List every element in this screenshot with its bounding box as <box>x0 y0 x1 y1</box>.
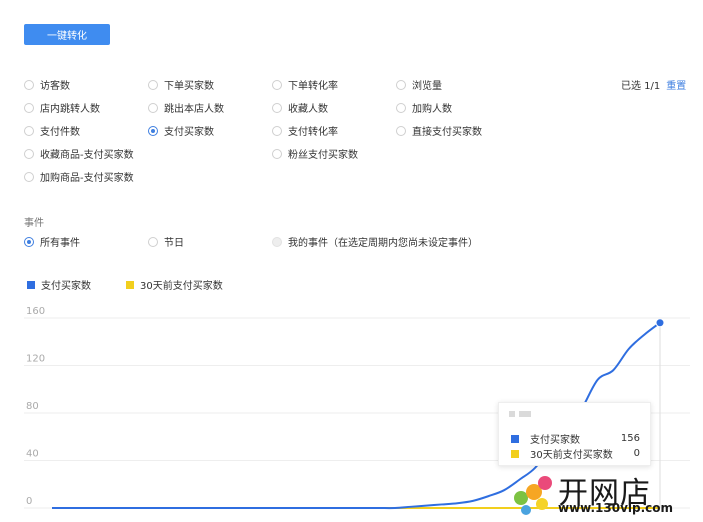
radio-icon <box>148 102 158 113</box>
metric-label: 收藏人数 <box>288 104 328 115</box>
metric-label: 粉丝支付买家数 <box>288 150 358 161</box>
radio-icon <box>272 125 282 136</box>
events-title: 事件 <box>24 218 44 229</box>
legend-swatch <box>27 280 35 289</box>
event-label: 节日 <box>164 238 184 249</box>
legend-swatch <box>511 449 519 458</box>
radio-icon <box>24 102 34 113</box>
y-tick-label: 0 <box>26 496 32 507</box>
metric-label: 支付转化率 <box>288 127 338 138</box>
tooltip-value: 0 <box>633 448 640 459</box>
event-option-mine: 我的事件（在选定周期内您尚未设定事件） <box>272 234 478 249</box>
watermark-url: www.130vip.com <box>558 501 674 515</box>
metric-option[interactable]: 收藏商品-支付买家数 <box>24 146 134 161</box>
metric-label: 店内跳转人数 <box>40 104 100 115</box>
metric-option[interactable]: 加购商品-支付买家数 <box>24 169 134 184</box>
metric-label: 支付买家数 <box>164 127 214 138</box>
metric-label: 下单买家数 <box>164 81 214 92</box>
metric-option[interactable]: 支付买家数 <box>148 123 214 138</box>
radio-disabled-icon <box>272 236 282 247</box>
metric-option[interactable]: 加购人数 <box>396 100 452 115</box>
radio-checked-icon <box>24 236 34 247</box>
radio-icon <box>24 125 34 136</box>
tooltip-value: 156 <box>620 433 640 444</box>
y-tick-label: 80 <box>26 401 39 412</box>
convert-button[interactable]: 一键转化 <box>24 24 110 45</box>
watermark: 开网店 www.130vip.com <box>512 470 698 518</box>
tooltip-series-name: 支付买家数 <box>530 435 580 446</box>
event-option-holiday[interactable]: 节日 <box>148 234 184 249</box>
selection-count: 已选 1/1 <box>621 81 661 92</box>
metric-option[interactable]: 店内跳转人数 <box>24 100 100 115</box>
radio-icon <box>24 148 34 159</box>
metric-label: 跳出本店人数 <box>164 104 224 115</box>
metric-option[interactable]: 浏览量 <box>396 77 442 92</box>
radio-icon <box>272 148 282 159</box>
metric-option[interactable]: 支付件数 <box>24 123 80 138</box>
reset-link[interactable]: 重置 <box>666 81 686 92</box>
radio-icon <box>396 102 406 113</box>
y-tick-label: 120 <box>26 354 45 365</box>
metric-option[interactable]: 跳出本店人数 <box>148 100 224 115</box>
metric-option[interactable]: 访客数 <box>24 77 70 92</box>
chart-tooltip: 支付买家数 156 30天前支付买家数 0 <box>498 402 651 466</box>
tooltip-row: 支付买家数 156 <box>511 431 640 446</box>
metric-label: 下单转化率 <box>288 81 338 92</box>
metric-label: 收藏商品-支付买家数 <box>40 150 134 161</box>
tooltip-date <box>509 411 531 417</box>
legend-swatch <box>126 280 134 289</box>
event-option-all[interactable]: 所有事件 <box>24 234 80 249</box>
radio-icon <box>272 79 282 90</box>
radio-icon <box>396 125 406 136</box>
metric-option[interactable]: 下单买家数 <box>148 77 214 92</box>
metric-option[interactable]: 直接支付买家数 <box>396 123 482 138</box>
metric-label: 加购商品-支付买家数 <box>40 173 134 184</box>
selection-counter: 已选 1/1 重置 <box>621 77 686 92</box>
tooltip-series-name: 30天前支付买家数 <box>530 450 613 461</box>
tooltip-row: 30天前支付买家数 0 <box>511 446 640 461</box>
metric-label: 浏览量 <box>412 81 442 92</box>
hover-point[interactable] <box>655 318 665 328</box>
radio-icon <box>396 79 406 90</box>
event-label: 所有事件 <box>40 238 80 249</box>
metric-option[interactable]: 支付转化率 <box>272 123 338 138</box>
metric-label: 直接支付买家数 <box>412 127 482 138</box>
radio-icon <box>272 102 282 113</box>
metric-label: 访客数 <box>40 81 70 92</box>
event-label: 我的事件（在选定周期内您尚未设定事件） <box>288 238 478 249</box>
radio-icon <box>24 171 34 182</box>
legend-swatch <box>511 434 519 443</box>
radio-checked-icon <box>148 125 158 136</box>
radio-icon <box>24 79 34 90</box>
y-tick-label: 40 <box>26 449 39 460</box>
watermark-logo-icon <box>514 476 552 515</box>
metric-option[interactable]: 收藏人数 <box>272 100 328 115</box>
metric-label: 支付件数 <box>40 127 80 138</box>
y-tick-label: 160 <box>26 306 45 317</box>
radio-icon <box>148 79 158 90</box>
metric-option[interactable]: 粉丝支付买家数 <box>272 146 358 161</box>
radio-icon <box>148 236 158 247</box>
metric-label: 加购人数 <box>412 104 452 115</box>
metric-option[interactable]: 下单转化率 <box>272 77 338 92</box>
